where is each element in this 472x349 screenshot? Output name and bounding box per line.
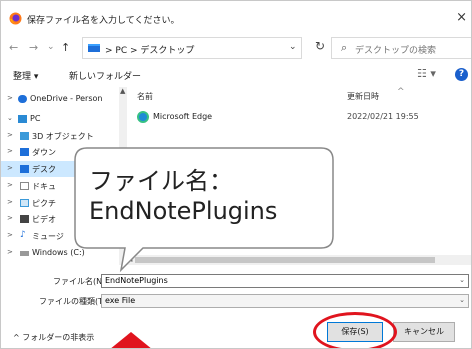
hide-folders-toggle[interactable]: ^ フォルダーの非表示 [13,332,94,343]
organize-button[interactable]: 整理 ▾ [13,69,38,82]
filename-input[interactable]: EndNotePlugins ⌄ [101,274,469,288]
sidebar-item-3d-objects[interactable]: > 3D オブジェクト [1,128,119,144]
filename-label: ファイル名(N): [53,277,108,286]
chevron-right-icon[interactable]: > [7,214,13,222]
chevron-right-icon[interactable]: > [7,181,13,189]
chevron-down-icon[interactable]: ⌄ [7,114,13,122]
help-icon[interactable]: ? [455,68,468,81]
chevron-right-icon[interactable]: > [7,198,13,206]
command-toolbar: 整理 ▾ 新しいフォルダー ☷ ▾ ? [1,61,471,87]
cancel-button[interactable]: キャンセル [393,322,455,342]
music-icon: ♪ [20,230,26,240]
callout-line-2: EndNotePlugins [89,197,278,225]
desktop-icon [20,165,29,173]
column-header-name[interactable]: 名前 [137,91,153,102]
sidebar-item-label: ドキュ [32,182,56,191]
file-row[interactable]: Microsoft Edge 2022/02/21 19:55 [127,109,471,125]
desktop-folder-icon [88,44,100,52]
cube-icon [20,132,29,140]
picture-icon [20,199,29,207]
filename-value: EndNotePlugins [105,276,168,285]
filetype-value: exe File [105,296,136,305]
sidebar-item-pc[interactable]: ⌄ PC [1,111,119,127]
sort-ascending-icon: ^ [397,87,405,97]
chevron-right-icon[interactable]: > [7,94,13,102]
sidebar-item-onedrive[interactable]: > OneDrive - Person [1,91,119,107]
save-file-dialog: 保存ファイル名を入力してください。 × ← → ⌄ ↑ > PC > デスクトッ… [0,0,472,349]
chevron-down-icon[interactable]: ⌄ [459,296,465,304]
view-options-button[interactable]: ☷ ▾ [417,67,436,80]
forward-button[interactable]: → [29,41,38,54]
sidebar-item-label: ビデオ [32,215,56,224]
window-title: 保存ファイル名を入力してください。 [27,16,180,26]
sidebar-item-label: デスク [32,165,56,174]
sidebar-item-label: 3D オブジェクト [32,132,94,141]
sidebar-item-label: ミュージ [32,232,64,241]
video-icon [20,215,29,223]
download-icon [20,148,29,156]
document-icon [20,182,29,190]
chevron-down-icon[interactable]: ⌄ [459,276,465,284]
search-input[interactable]: ⌕ デスクトップの検索 [331,37,471,59]
red-pointer-arrow [104,332,158,348]
search-icon: ⌕ [341,41,348,54]
callout-line-1: ファイル名： [89,167,233,195]
chevron-right-icon[interactable]: > [7,231,13,239]
drive-icon [20,251,29,256]
firefox-icon [9,12,22,25]
close-icon[interactable]: × [456,10,467,25]
sidebar-item-label: OneDrive - Person [30,94,103,103]
chevron-right-icon[interactable]: > [7,131,13,139]
chevron-right-icon[interactable]: > [7,248,13,256]
edge-icon [137,111,149,123]
new-folder-button[interactable]: 新しいフォルダー [69,69,141,82]
file-name: Microsoft Edge [153,112,213,121]
search-placeholder: デスクトップの検索 [355,46,437,56]
refresh-button[interactable]: ↻ [315,39,325,53]
filetype-select[interactable]: exe File ⌄ [101,294,469,308]
pc-icon [18,115,27,123]
sidebar-item-label: ピクチ [32,199,56,208]
recent-locations-button[interactable]: ⌄ [47,42,55,52]
file-modified-date: 2022/02/21 19:55 [347,112,419,121]
filetype-label: ファイルの種類(T): [39,297,109,306]
back-button[interactable]: ← [9,41,18,54]
breadcrumb: > PC > デスクトップ [105,46,195,56]
title-bar: 保存ファイル名を入力してください。 × [1,1,471,35]
address-dropdown-button[interactable]: ⌄ [289,42,297,52]
address-bar[interactable]: > PC > デスクトップ [82,37,302,59]
up-button[interactable]: ↑ [61,41,70,54]
chevron-right-icon[interactable]: > [7,164,13,172]
scroll-up-icon[interactable]: ▲ [120,87,125,95]
column-header-modified[interactable]: 更新日時 [347,91,379,102]
save-highlight-circle [313,312,397,348]
sidebar-item-label: ダウン [32,148,56,157]
cloud-icon [18,95,27,103]
sidebar-item-label: PC [30,114,41,123]
chevron-right-icon[interactable]: > [7,147,13,155]
